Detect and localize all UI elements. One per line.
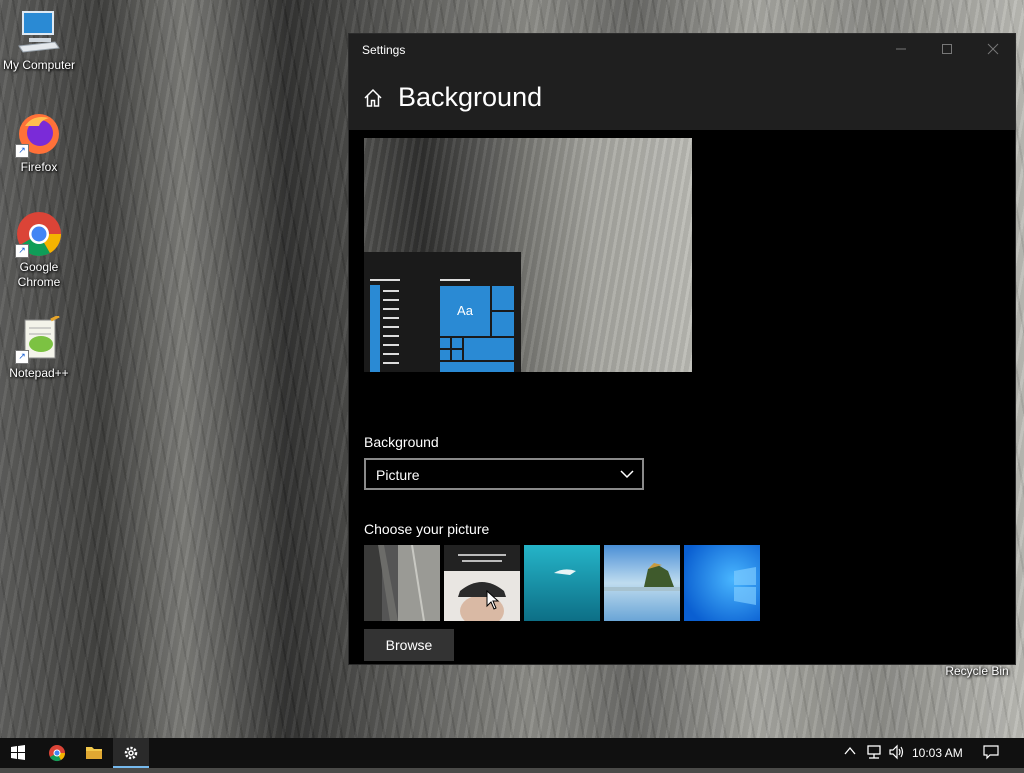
- preview-line: [383, 317, 399, 319]
- preview-tile: [492, 286, 514, 310]
- preview-tile-large: Aa: [440, 286, 490, 336]
- window-title: Settings: [362, 43, 406, 57]
- preview-tile: [464, 338, 514, 360]
- thumbnail-beach-rocks[interactable]: [604, 545, 680, 621]
- maximize-icon: [942, 44, 952, 54]
- preview-tile: [492, 312, 514, 336]
- shortcut-arrow-icon: ↗: [15, 144, 29, 158]
- chevron-up-icon: [844, 746, 856, 755]
- close-button[interactable]: [970, 34, 1016, 66]
- desktop-icon-label: Google Chrome: [17, 260, 61, 289]
- close-icon: [987, 43, 999, 55]
- taskbar: 10:03 AM: [0, 738, 1024, 768]
- minimize-button[interactable]: [878, 34, 924, 66]
- notification-icon: [983, 745, 999, 760]
- preview-sidebar: [370, 285, 380, 372]
- page-header: Background: [349, 68, 1015, 130]
- thumbnail-cliff[interactable]: [364, 545, 440, 621]
- taskbar-settings[interactable]: [113, 738, 149, 768]
- settings-window: Settings Background Aa Background Pictur…: [348, 33, 1016, 665]
- taskbar-chrome[interactable]: [39, 738, 75, 768]
- start-menu-preview: Aa: [364, 252, 521, 372]
- preview-tile: [440, 362, 514, 372]
- dropdown-selected-value: Picture: [376, 467, 420, 483]
- preview-line: [383, 353, 399, 355]
- desktop-icon-label: My Computer: [2, 58, 76, 72]
- preview-line: [440, 279, 470, 281]
- windows-logo-icon: [11, 745, 25, 760]
- desktop-icon-my-computer[interactable]: My Computer: [0, 8, 78, 73]
- background-label: Background: [364, 434, 439, 450]
- taskbar-file-explorer[interactable]: [76, 738, 112, 768]
- chevron-down-icon: [620, 467, 634, 484]
- preview-line: [383, 290, 399, 292]
- preview-line: [383, 326, 399, 328]
- chrome-icon: ↗: [15, 210, 63, 258]
- chrome-icon: [49, 745, 66, 762]
- preview-line: [383, 344, 399, 346]
- preview-line: [370, 279, 400, 281]
- mouse-cursor-icon: [486, 590, 500, 610]
- choose-picture-label: Choose your picture: [364, 521, 490, 537]
- browse-button[interactable]: Browse: [364, 629, 454, 661]
- folder-icon: [86, 747, 102, 759]
- thumbnail-person-photo[interactable]: [444, 545, 520, 621]
- desktop-icon-label: Firefox: [20, 160, 58, 174]
- desktop-icon-firefox[interactable]: ↗ Firefox: [0, 110, 78, 175]
- preview-tile: [440, 350, 450, 360]
- computer-icon: [15, 8, 63, 56]
- preview-tile: [452, 350, 462, 360]
- desktop-icon-recycle-bin[interactable]: Recycle Bin: [938, 664, 1016, 678]
- desktop-icon-notepad-plus-plus[interactable]: ↗ Notepad++: [0, 314, 78, 381]
- thumbnail-windows-blue[interactable]: [684, 545, 760, 621]
- shortcut-arrow-icon: ↗: [15, 350, 29, 364]
- speaker-icon: [889, 744, 904, 760]
- show-hidden-icons-button[interactable]: [843, 744, 857, 761]
- start-button[interactable]: [0, 738, 36, 768]
- minimize-icon: [896, 48, 906, 50]
- firefox-icon: ↗: [15, 110, 63, 158]
- desktop-icon-google-chrome[interactable]: ↗ Google Chrome: [0, 210, 78, 290]
- home-icon: [364, 88, 382, 107]
- preview-line: [383, 308, 399, 310]
- thumbnail-underwater[interactable]: [524, 545, 600, 621]
- preview-line: [383, 299, 399, 301]
- maximize-button[interactable]: [924, 34, 970, 66]
- preview-tile: [440, 338, 450, 348]
- preview-tile: [452, 338, 462, 348]
- action-center-button[interactable]: [982, 744, 1000, 763]
- network-icon: [867, 745, 881, 759]
- preview-line: [383, 362, 399, 364]
- home-button[interactable]: [363, 88, 383, 113]
- background-preview: Aa: [364, 138, 692, 372]
- volume-button[interactable]: [888, 744, 906, 763]
- title-bar: Settings: [349, 34, 1015, 68]
- preview-line: [383, 335, 399, 337]
- page-title: Background: [398, 82, 543, 112]
- background-type-dropdown[interactable]: Picture: [364, 458, 644, 490]
- desktop-icon-label: Notepad++: [9, 366, 69, 380]
- taskbar-clock[interactable]: 10:03 AM: [912, 746, 963, 760]
- notepad-plus-plus-icon: ↗: [15, 314, 63, 364]
- shortcut-arrow-icon: ↗: [15, 244, 29, 258]
- gear-icon: [124, 746, 138, 760]
- network-button[interactable]: [865, 744, 883, 763]
